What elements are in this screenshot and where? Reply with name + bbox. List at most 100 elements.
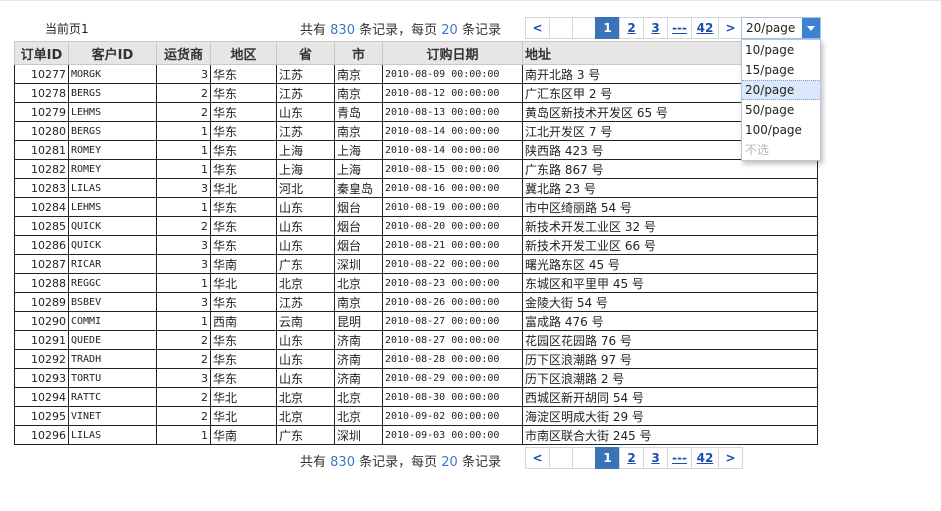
- cell-address: 新技术开发工业区 66 号: [522, 235, 818, 255]
- table-row[interactable]: 10283 LILAS 3 华北 河北 秦皇岛 2010-08-16 00:00:00 冀北路…: [14, 178, 818, 198]
- cell-order-date: 2010-08-29 00:00:00: [382, 368, 523, 388]
- page-2-button[interactable]: 2: [619, 447, 644, 469]
- page-ellipsis-button[interactable]: ---: [667, 17, 692, 39]
- page-3-button[interactable]: 3: [643, 447, 668, 469]
- table-row[interactable]: 10287 RICAR 3 华南 广东 深圳 2010-08-22 00:00:00 曙光路东…: [14, 254, 818, 274]
- cell-region: 华东: [210, 235, 277, 255]
- page-size-dropdown: 10/page 15/page 20/page 50/page 100/page…: [741, 39, 821, 161]
- cell-city: 秦皇岛: [334, 178, 383, 198]
- cell-order-date: 2010-08-27 00:00:00: [382, 330, 523, 350]
- cell-shipper: 3: [156, 368, 211, 388]
- cell-order-id: 10280: [14, 121, 69, 141]
- per-page-count: 20: [441, 455, 458, 470]
- cell-order-id: 10278: [14, 83, 69, 103]
- column-header-region[interactable]: 地区: [210, 41, 277, 65]
- table-row[interactable]: 10280 BERGS 1 华东 江苏 南京 2010-08-14 00:00:00 江北开发…: [14, 121, 818, 141]
- cell-shipper: 1: [156, 140, 211, 160]
- chevron-down-icon[interactable]: [802, 18, 820, 38]
- column-header-province[interactable]: 省: [276, 41, 335, 65]
- cell-order-date: 2010-08-21 00:00:00: [382, 235, 523, 255]
- table-row[interactable]: 10289 BSBEV 3 华东 江苏 南京 2010-08-26 00:00:00 金陵大街…: [14, 292, 818, 312]
- cell-city: 南京: [334, 64, 383, 84]
- cell-city: 济南: [334, 368, 383, 388]
- cell-order-date: 2010-08-28 00:00:00: [382, 349, 523, 369]
- column-header-order-id[interactable]: 订单ID: [14, 41, 69, 65]
- page-1-button[interactable]: 1: [595, 447, 620, 469]
- prev-page-button[interactable]: <: [525, 17, 550, 39]
- next-page-button[interactable]: >: [718, 17, 743, 39]
- table-row[interactable]: 10291 QUEDE 2 华东 山东 济南 2010-08-27 00:00:00 花园区花…: [14, 330, 818, 350]
- page-1-button[interactable]: 1: [595, 17, 620, 39]
- cell-order-date: 2010-08-13 00:00:00: [382, 102, 523, 122]
- page-size-option[interactable]: 15/page: [742, 60, 820, 80]
- column-header-shipper[interactable]: 运货商: [156, 41, 211, 65]
- prev-page-button[interactable]: <: [525, 447, 550, 469]
- cell-customer-id: REGGC: [68, 273, 157, 293]
- cell-province: 山东: [276, 102, 335, 122]
- cell-shipper: 2: [156, 216, 211, 236]
- cell-province: 山东: [276, 349, 335, 369]
- cell-shipper: 2: [156, 83, 211, 103]
- column-header-city[interactable]: 市: [334, 41, 383, 65]
- table-row[interactable]: 10288 REGGC 1 华北 北京 北京 2010-08-23 00:00:00 东城区和…: [14, 273, 818, 293]
- table-row[interactable]: 10295 VINET 2 华北 北京 北京 2010-09-02 00:00:00 海淀区明…: [14, 406, 818, 426]
- table-row[interactable]: 10279 LEHMS 2 华东 山东 青岛 2010-08-13 00:00:00 黄岛区新…: [14, 102, 818, 122]
- table-row[interactable]: 10293 TORTU 3 华东 山东 济南 2010-08-29 00:00:00 历下区浪…: [14, 368, 818, 388]
- cell-city: 昆明: [334, 311, 383, 331]
- cell-order-id: 10283: [14, 178, 69, 198]
- column-header-order-date[interactable]: 订购日期: [382, 41, 523, 65]
- cell-customer-id: RATTC: [68, 387, 157, 407]
- cell-customer-id: RICAR: [68, 254, 157, 274]
- page-ellipsis-button[interactable]: ---: [667, 447, 692, 469]
- cell-shipper: 3: [156, 178, 211, 198]
- page-size-option-disabled: 不选: [745, 143, 770, 157]
- table-row[interactable]: 10286 QUICK 3 华东 山东 烟台 2010-08-21 00:00:00 新技术开…: [14, 235, 818, 255]
- table-row[interactable]: 10284 LEHMS 1 华东 山东 烟台 2010-08-19 00:00:00 市中区绮…: [14, 197, 818, 217]
- cell-city: 南京: [334, 292, 383, 312]
- cell-region: 华北: [210, 273, 277, 293]
- table-row[interactable]: 10296 LILAS 1 华南 广东 深圳 2010-09-03 00:00:00 市南区联…: [14, 425, 818, 445]
- cell-city: 南京: [334, 83, 383, 103]
- cell-province: 山东: [276, 330, 335, 350]
- page-size-option-selected[interactable]: 20/page: [742, 80, 820, 100]
- cell-order-id: 10291: [14, 330, 69, 350]
- table-row[interactable]: 10292 TRADH 2 华东 山东 济南 2010-08-28 00:00:00 历下区浪…: [14, 349, 818, 369]
- cell-shipper: 2: [156, 406, 211, 426]
- last-page-button[interactable]: 42: [691, 17, 719, 39]
- cell-province: 山东: [276, 216, 335, 236]
- cell-city: 北京: [334, 406, 383, 426]
- page-3-button[interactable]: 3: [643, 17, 668, 39]
- table-header-row: 订单ID 客户ID 运货商 地区 省 市 订购日期 地址: [14, 41, 818, 65]
- table-row[interactable]: 10282 ROMEY 1 华东 上海 上海 2010-08-15 00:00:00 广东路 …: [14, 159, 818, 179]
- page-size-option[interactable]: 100/page: [742, 120, 820, 140]
- cell-province: 河北: [276, 178, 335, 198]
- cell-region: 华东: [210, 64, 277, 84]
- cell-order-id: 10292: [14, 349, 69, 369]
- table-row[interactable]: 10277 MORGK 3 华东 江苏 南京 2010-08-09 00:00:00 南开北路…: [14, 64, 818, 84]
- page-2-button[interactable]: 2: [619, 17, 644, 39]
- page-size-option[interactable]: 10/page: [742, 40, 820, 60]
- cell-address: 市南区联合大街 245 号: [522, 425, 818, 445]
- cell-customer-id: LEHMS: [68, 197, 157, 217]
- cell-order-id: 10296: [14, 425, 69, 445]
- cell-order-id: 10286: [14, 235, 69, 255]
- cell-shipper: 2: [156, 330, 211, 350]
- table-row[interactable]: 10285 QUICK 2 华东 山东 烟台 2010-08-20 00:00:00 新技术开…: [14, 216, 818, 236]
- table-row[interactable]: 10290 COMMI 1 西南 云南 昆明 2010-08-27 00:00:00 富成路 …: [14, 311, 818, 331]
- cell-region: 华东: [210, 368, 277, 388]
- cell-customer-id: TRADH: [68, 349, 157, 369]
- cell-city: 烟台: [334, 216, 383, 236]
- cell-customer-id: BSBEV: [68, 292, 157, 312]
- page-size-select[interactable]: 20/page: [741, 17, 821, 39]
- cell-region: 华东: [210, 121, 277, 141]
- table-row[interactable]: 10281 ROMEY 1 华东 上海 上海 2010-08-14 00:00:00 陕西路 …: [14, 140, 818, 160]
- page-size-option[interactable]: 50/page: [742, 100, 820, 120]
- next-page-button[interactable]: >: [718, 447, 743, 469]
- table-row[interactable]: 10278 BERGS 2 华东 江苏 南京 2010-08-12 00:00:00 广汇东区…: [14, 83, 818, 103]
- cell-customer-id: LILAS: [68, 425, 157, 445]
- cell-address: 广东路 867 号: [522, 159, 818, 179]
- table-row[interactable]: 10294 RATTC 2 华北 北京 北京 2010-08-30 00:00:00 西城区新…: [14, 387, 818, 407]
- last-page-button[interactable]: 42: [691, 447, 719, 469]
- cell-order-id: 10289: [14, 292, 69, 312]
- column-header-customer-id[interactable]: 客户ID: [68, 41, 157, 65]
